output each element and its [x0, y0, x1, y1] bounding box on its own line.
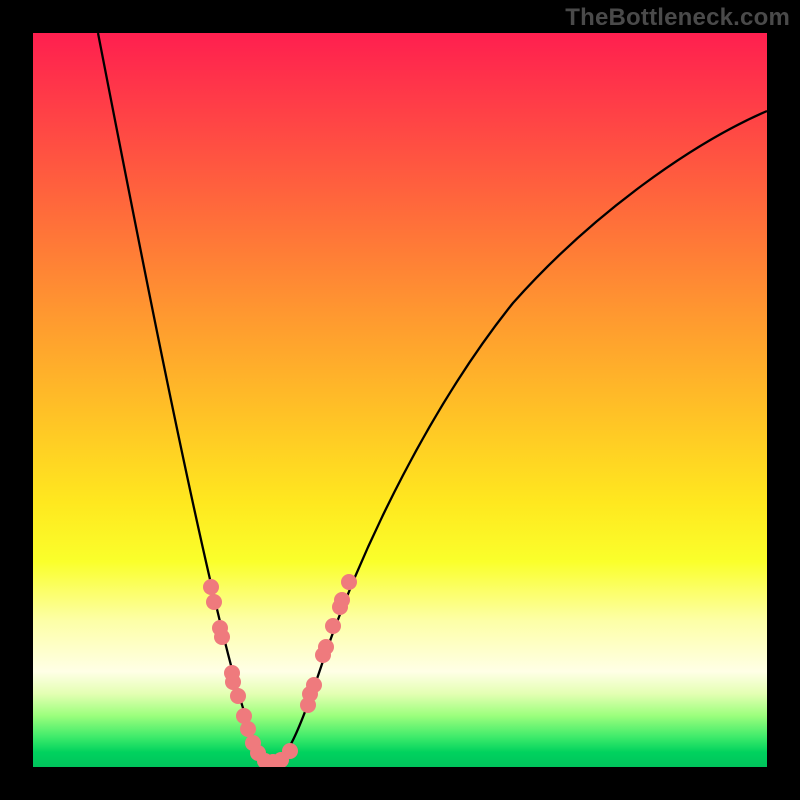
data-dot — [306, 677, 322, 693]
data-dot — [341, 574, 357, 590]
data-dot — [203, 579, 219, 595]
data-dot — [230, 688, 246, 704]
data-dot — [240, 721, 256, 737]
data-dot — [206, 594, 222, 610]
data-dot — [225, 674, 241, 690]
data-dot — [318, 639, 334, 655]
data-dot — [325, 618, 341, 634]
data-dot — [214, 629, 230, 645]
plot-area — [33, 33, 767, 767]
watermark-text: TheBottleneck.com — [565, 4, 790, 32]
data-dot — [334, 592, 350, 608]
chart-frame: TheBottleneck.com — [0, 0, 800, 800]
data-dot — [282, 743, 298, 759]
data-dots — [203, 574, 357, 767]
chart-svg — [33, 33, 767, 767]
bottleneck-curve — [98, 33, 767, 763]
